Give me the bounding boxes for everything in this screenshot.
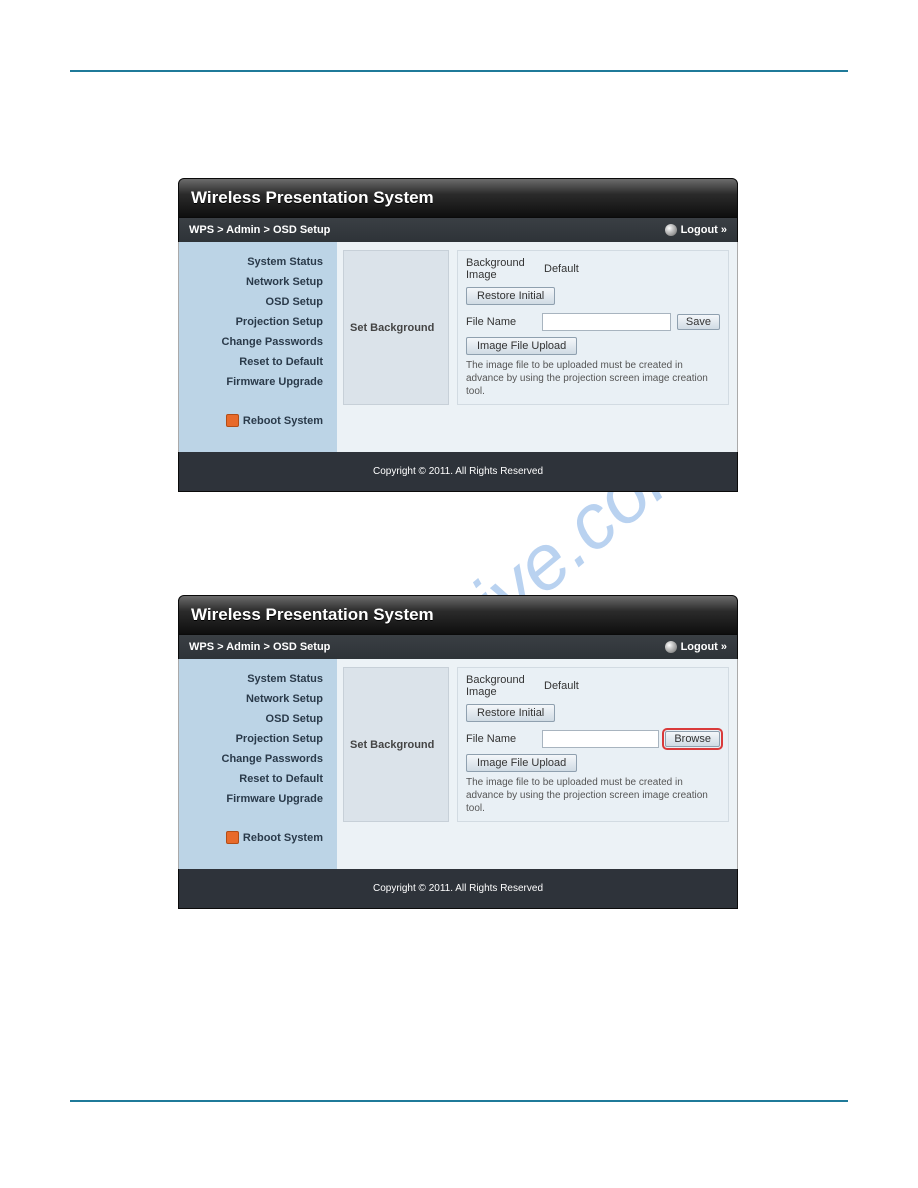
restore-initial-button[interactable]: Restore Initial bbox=[466, 704, 555, 722]
breadcrumb: WPS > Admin > OSD Setup bbox=[189, 641, 330, 653]
breadcrumb-bar: WPS > Admin > OSD Setup Logout » bbox=[178, 218, 738, 242]
sidebar-item-firmware-upgrade[interactable]: Firmware Upgrade bbox=[179, 789, 329, 809]
app-titlebar: Wireless Presentation System bbox=[178, 595, 738, 635]
logout-icon bbox=[665, 641, 677, 653]
file-name-input[interactable] bbox=[542, 730, 659, 748]
content-area: Set Background Background Image Default … bbox=[337, 659, 737, 869]
section-body: Background Image Default Restore Initial… bbox=[457, 250, 729, 405]
bg-image-label: Background Image bbox=[466, 674, 536, 698]
image-file-upload-button[interactable]: Image File Upload bbox=[466, 337, 577, 355]
sidebar-item-change-passwords[interactable]: Change Passwords bbox=[179, 332, 329, 352]
breadcrumb: WPS > Admin > OSD Setup bbox=[189, 224, 330, 236]
sidebar: System Status Network Setup OSD Setup Pr… bbox=[179, 242, 337, 452]
logout-label: Logout » bbox=[681, 224, 727, 236]
upload-note: The image file to be uploaded must be cr… bbox=[466, 359, 720, 398]
sidebar-item-reset-to-default[interactable]: Reset to Default bbox=[179, 769, 329, 789]
logout-link[interactable]: Logout » bbox=[665, 641, 727, 653]
app-title: Wireless Presentation System bbox=[191, 188, 434, 208]
footer-text: Copyright © 2011. All Rights Reserved bbox=[373, 466, 543, 477]
section-heading: Set Background bbox=[343, 250, 449, 405]
logout-link[interactable]: Logout » bbox=[665, 224, 727, 236]
reboot-label: Reboot System bbox=[243, 415, 323, 427]
sidebar-item-projection-setup[interactable]: Projection Setup bbox=[179, 312, 329, 332]
sidebar-item-network-setup[interactable]: Network Setup bbox=[179, 689, 329, 709]
sidebar-item-reboot[interactable]: Reboot System bbox=[179, 827, 329, 848]
bg-image-value: Default bbox=[544, 263, 720, 275]
image-file-upload-button[interactable]: Image File Upload bbox=[466, 754, 577, 772]
sidebar-item-system-status[interactable]: System Status bbox=[179, 669, 329, 689]
sidebar-item-firmware-upgrade[interactable]: Firmware Upgrade bbox=[179, 372, 329, 392]
footer: Copyright © 2011. All Rights Reserved bbox=[178, 869, 738, 909]
content-area: Set Background Background Image Default … bbox=[337, 242, 737, 452]
sidebar-item-osd-setup[interactable]: OSD Setup bbox=[179, 709, 329, 729]
footer-text: Copyright © 2011. All Rights Reserved bbox=[373, 883, 543, 894]
sidebar-item-osd-setup[interactable]: OSD Setup bbox=[179, 292, 329, 312]
save-button[interactable]: Save bbox=[677, 314, 720, 330]
section-body: Background Image Default Restore Initial… bbox=[457, 667, 729, 822]
sidebar-item-projection-setup[interactable]: Projection Setup bbox=[179, 729, 329, 749]
file-name-label: File Name bbox=[466, 316, 536, 328]
bottom-divider bbox=[70, 1100, 848, 1102]
sidebar-item-reset-to-default[interactable]: Reset to Default bbox=[179, 352, 329, 372]
logout-label: Logout » bbox=[681, 641, 727, 653]
sidebar: System Status Network Setup OSD Setup Pr… bbox=[179, 659, 337, 869]
reboot-label: Reboot System bbox=[243, 832, 323, 844]
file-name-label: File Name bbox=[466, 733, 536, 745]
screenshot-panel-1: Wireless Presentation System WPS > Admin… bbox=[178, 178, 738, 492]
top-divider bbox=[70, 70, 848, 72]
screenshot-panel-2: Wireless Presentation System WPS > Admin… bbox=[178, 595, 738, 909]
logout-icon bbox=[665, 224, 677, 236]
footer: Copyright © 2011. All Rights Reserved bbox=[178, 452, 738, 492]
app-titlebar: Wireless Presentation System bbox=[178, 178, 738, 218]
reboot-icon bbox=[226, 831, 239, 844]
sidebar-item-network-setup[interactable]: Network Setup bbox=[179, 272, 329, 292]
sidebar-item-change-passwords[interactable]: Change Passwords bbox=[179, 749, 329, 769]
bg-image-label: Background Image bbox=[466, 257, 536, 281]
upload-note: The image file to be uploaded must be cr… bbox=[466, 776, 720, 815]
sidebar-item-system-status[interactable]: System Status bbox=[179, 252, 329, 272]
restore-initial-button[interactable]: Restore Initial bbox=[466, 287, 555, 305]
reboot-icon bbox=[226, 414, 239, 427]
section-heading: Set Background bbox=[343, 667, 449, 822]
bg-image-value: Default bbox=[544, 680, 720, 692]
browse-button[interactable]: Browse bbox=[665, 731, 720, 747]
file-name-input[interactable] bbox=[542, 313, 671, 331]
app-title: Wireless Presentation System bbox=[191, 605, 434, 625]
sidebar-item-reboot[interactable]: Reboot System bbox=[179, 410, 329, 431]
breadcrumb-bar: WPS > Admin > OSD Setup Logout » bbox=[178, 635, 738, 659]
